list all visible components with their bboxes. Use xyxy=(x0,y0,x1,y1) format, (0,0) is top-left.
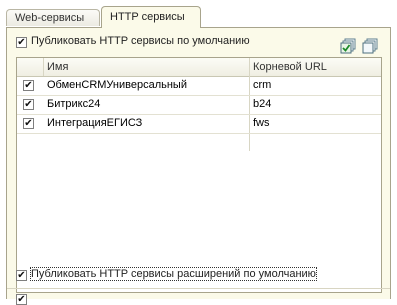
header-divider xyxy=(43,58,44,76)
header-name[interactable]: Имя xyxy=(43,58,249,76)
row-url: b24 xyxy=(253,98,272,110)
publish-default-checkbox[interactable] xyxy=(16,37,27,48)
row-url: fws xyxy=(253,117,270,129)
publish-extensions-checkbox[interactable] xyxy=(16,270,27,281)
tab-bar: Web-сервисы HTTP сервисы xyxy=(6,6,397,28)
http-services-panel: Публиковать HTTP сервисы по умолчанию Им… xyxy=(6,27,391,305)
row-checkbox[interactable] xyxy=(23,80,34,91)
table-row[interactable]: ИнтеграцияЕГИСЗ fws xyxy=(17,114,381,134)
header-check-column xyxy=(17,58,43,76)
check-all-icon[interactable] xyxy=(340,38,356,54)
header-root-url[interactable]: Корневой URL xyxy=(249,58,381,76)
row-name: ОбменCRMУниверсальный xyxy=(47,79,187,91)
publish-default-label[interactable]: Публиковать HTTP сервисы по умолчанию xyxy=(31,35,250,47)
tab-web-services[interactable]: Web-сервисы xyxy=(6,9,100,26)
cut-off-checkbox[interactable] xyxy=(16,294,27,305)
publish-extensions-label[interactable]: Публиковать HTTP сервисы расширений по у… xyxy=(30,267,317,281)
uncheck-all-icon[interactable] xyxy=(362,38,378,54)
row-name: Битрикс24 xyxy=(47,98,101,110)
row-checkbox[interactable] xyxy=(23,99,34,110)
http-services-table[interactable]: Имя Корневой URL ОбменCRMУниверсальный c… xyxy=(16,57,382,293)
row-checkbox[interactable] xyxy=(23,118,34,129)
table-header: Имя Корневой URL xyxy=(17,58,381,77)
table-row[interactable]: ОбменCRMУниверсальный crm xyxy=(17,76,381,96)
table-row[interactable]: Битрикс24 b24 xyxy=(17,95,381,115)
divider xyxy=(7,288,390,289)
row-url: crm xyxy=(253,79,272,91)
row-name: ИнтеграцияЕГИСЗ xyxy=(47,117,143,129)
tab-http-services[interactable]: HTTP сервисы xyxy=(101,6,201,28)
